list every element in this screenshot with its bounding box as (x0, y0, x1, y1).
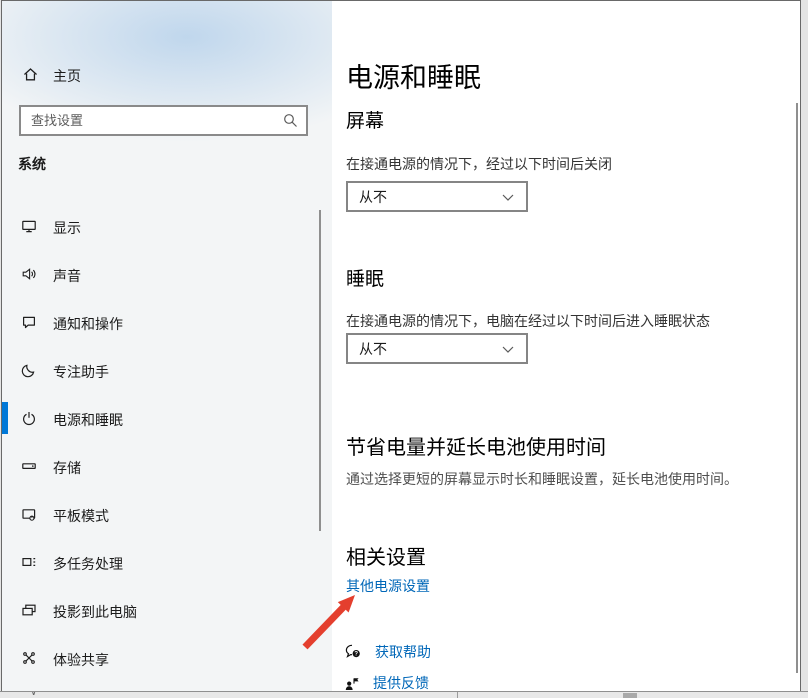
sidebar-item-focus-assist[interactable]: 专注助手 (2, 352, 332, 388)
sidebar-item-label: 多任务处理 (53, 554, 123, 574)
give-feedback-link[interactable]: 提供反馈 (344, 673, 429, 692)
background-scrollbar-thumb (623, 693, 637, 698)
tablet-mode-icon (21, 506, 37, 522)
sidebar-home-item[interactable]: 主页 (2, 60, 332, 90)
screen-section-heading: 屏幕 (346, 106, 384, 133)
battery-section-description: 通过选择更短的屏幕显示时长和睡眠设置，延长电池使用时间。 (346, 469, 738, 489)
sidebar-item-notifications[interactable]: 通知和操作 (2, 304, 332, 340)
sidebar-home-label: 主页 (53, 66, 81, 86)
sidebar-item-label: 投影到此电脑 (53, 602, 137, 622)
main-scrollbar[interactable] (796, 103, 798, 673)
help-icon: ? (344, 643, 363, 661)
screen-timeout-dropdown[interactable]: 从不 (346, 181, 528, 212)
sidebar-item-label: 平板模式 (53, 506, 109, 526)
screen-timeout-value: 从不 (359, 189, 387, 205)
related-settings-heading: 相关设置 (346, 541, 426, 570)
sidebar-item-label: 存储 (53, 458, 81, 478)
page-title: 电源和睡眠 (346, 56, 481, 95)
sidebar-item-sound[interactable]: 声音 (2, 256, 332, 292)
background-window-chevron: ∨ (30, 691, 37, 698)
sidebar-section-header: 系统 (18, 154, 46, 174)
get-help-link[interactable]: ? 获取帮助 (344, 642, 431, 662)
additional-power-settings-link[interactable]: 其他电源设置 (346, 576, 430, 596)
sidebar-item-label: 体验共享 (53, 650, 109, 670)
sidebar-item-multitasking[interactable]: 多任务处理 (2, 544, 332, 580)
sound-icon (21, 266, 37, 282)
sidebar-item-label: 声音 (53, 266, 81, 286)
sidebar: 主页 系统 显示 声音 (2, 1, 332, 691)
sidebar-item-label: 专注助手 (53, 362, 109, 382)
main-pane: 电源和睡眠 屏幕 在接通电源的情况下，经过以下时间后关闭 从不 睡眠 在接通电源… (332, 1, 800, 691)
home-icon (22, 66, 39, 83)
sleep-section-heading: 睡眠 (346, 264, 384, 291)
search-input[interactable] (19, 105, 308, 136)
focus-assist-icon (21, 362, 37, 378)
sidebar-item-label: 电源和睡眠 (53, 410, 123, 430)
screenshot-root: 设置 主页 (0, 0, 808, 698)
sidebar-item-shared-experiences[interactable]: 体验共享 (2, 640, 332, 676)
shared-experiences-icon (21, 650, 37, 666)
notifications-icon (21, 314, 37, 330)
svg-text:?: ? (354, 652, 358, 658)
screen-section-description: 在接通电源的情况下，经过以下时间后关闭 (346, 154, 612, 174)
chevron-down-icon (502, 194, 514, 202)
power-icon (21, 410, 37, 426)
sleep-section-description: 在接通电源的情况下，电脑在经过以下时间后进入睡眠状态 (346, 311, 710, 331)
feedback-icon (344, 675, 361, 692)
multitasking-icon (21, 554, 37, 570)
background-divider (457, 692, 458, 698)
battery-section-heading: 节省电量并延长电池使用时间 (346, 431, 606, 460)
projecting-icon (21, 602, 37, 618)
sleep-timeout-value: 从不 (359, 341, 387, 357)
sidebar-item-storage[interactable]: 存储 (2, 448, 332, 484)
sidebar-item-power-sleep[interactable]: 电源和睡眠 (2, 400, 332, 436)
sidebar-item-display[interactable]: 显示 (2, 208, 332, 244)
settings-window: 设置 主页 (1, 0, 801, 692)
get-help-label: 获取帮助 (375, 642, 431, 662)
chevron-down-icon (502, 346, 514, 354)
sidebar-scrollbar[interactable] (319, 210, 321, 531)
display-icon (21, 218, 37, 234)
background-right-gutter (801, 0, 808, 698)
storage-icon (21, 458, 37, 474)
sleep-timeout-dropdown[interactable]: 从不 (346, 333, 528, 364)
sidebar-item-projecting[interactable]: 投影到此电脑 (2, 592, 332, 628)
sidebar-item-label: 通知和操作 (53, 314, 123, 334)
give-feedback-label: 提供反馈 (373, 673, 429, 692)
background-bottom-strip: ∨ (0, 691, 808, 698)
sidebar-item-tablet-mode[interactable]: 平板模式 (2, 496, 332, 532)
selected-accent-bar (2, 402, 8, 434)
sidebar-item-label: 显示 (53, 218, 81, 238)
